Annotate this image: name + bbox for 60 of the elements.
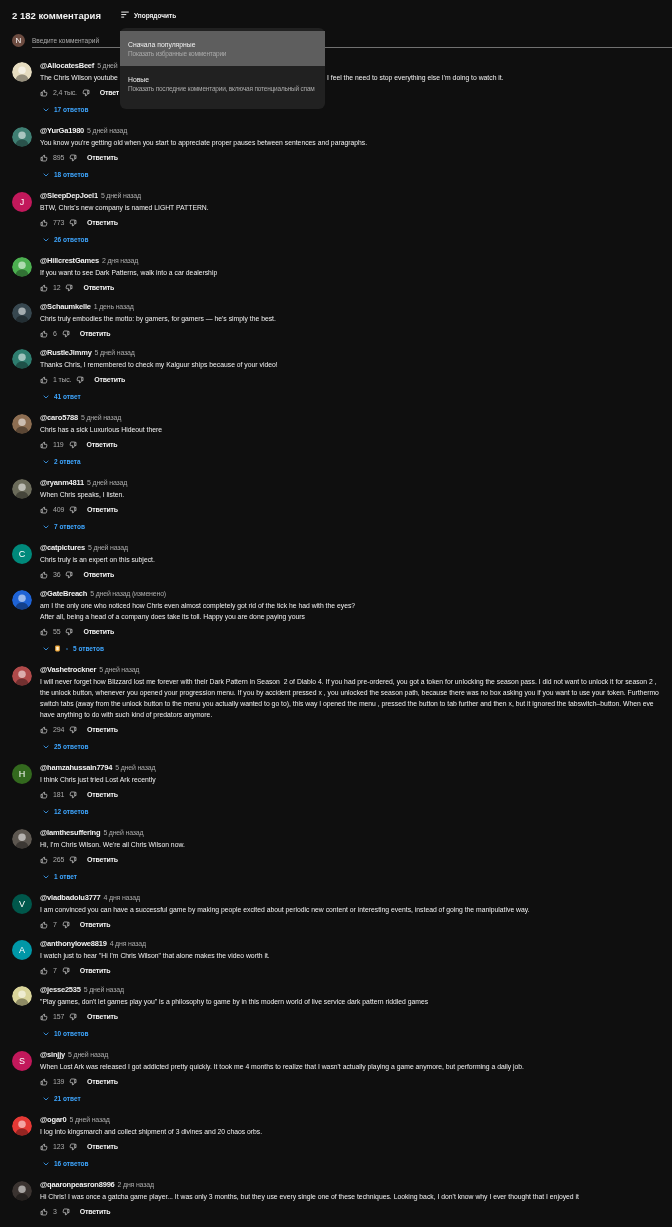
like-icon[interactable] xyxy=(40,1012,48,1021)
avatar: N xyxy=(12,34,25,47)
like-icon[interactable] xyxy=(40,966,48,975)
like-icon[interactable] xyxy=(40,570,48,579)
dislike-icon[interactable] xyxy=(69,505,78,514)
dislike-icon[interactable] xyxy=(69,790,78,799)
like-icon[interactable] xyxy=(40,1077,48,1086)
dislike-icon[interactable] xyxy=(76,375,85,384)
like-icon[interactable] xyxy=(40,505,48,514)
dislike-icon[interactable] xyxy=(69,725,78,734)
like-icon[interactable] xyxy=(40,627,48,636)
avatar[interactable]: H xyxy=(12,764,32,784)
avatar[interactable]: V xyxy=(12,894,32,914)
avatar[interactable]: J xyxy=(12,192,32,212)
like-icon[interactable] xyxy=(40,725,48,734)
dislike-icon[interactable] xyxy=(61,329,70,338)
avatar[interactable] xyxy=(12,414,32,434)
avatar[interactable] xyxy=(12,62,32,82)
dislike-icon[interactable] xyxy=(69,855,78,864)
avatar[interactable] xyxy=(12,829,32,849)
like-icon[interactable] xyxy=(40,790,48,799)
dislike-icon[interactable] xyxy=(65,283,74,292)
like-icon[interactable] xyxy=(40,375,48,384)
like-icon[interactable] xyxy=(40,1142,48,1151)
like-icon[interactable] xyxy=(40,218,48,227)
dislike-icon[interactable] xyxy=(69,1077,78,1086)
like-icon[interactable] xyxy=(40,440,48,449)
like-icon[interactable] xyxy=(40,153,48,162)
dislike-icon[interactable] xyxy=(69,218,78,227)
comment-count: 2 182 комментария xyxy=(12,9,102,21)
like-icon[interactable] xyxy=(40,329,48,338)
like-icon[interactable] xyxy=(40,283,48,292)
like-icon[interactable] xyxy=(40,855,48,864)
avatar[interactable] xyxy=(12,257,32,277)
avatar[interactable]: A xyxy=(12,940,32,960)
like-icon[interactable] xyxy=(40,920,48,929)
dislike-icon[interactable] xyxy=(61,966,70,975)
dislike-icon[interactable] xyxy=(65,570,74,579)
avatar[interactable] xyxy=(12,479,32,499)
avatar[interactable] xyxy=(12,349,32,369)
avatar[interactable]: S xyxy=(12,1051,32,1071)
avatar[interactable] xyxy=(12,666,32,686)
dislike-icon[interactable] xyxy=(69,1012,78,1021)
avatar[interactable] xyxy=(12,1116,32,1136)
dislike-icon[interactable] xyxy=(69,153,78,162)
avatar[interactable] xyxy=(12,127,32,147)
avatar[interactable] xyxy=(12,303,32,323)
dislike-icon[interactable] xyxy=(65,627,74,636)
dislike-icon[interactable] xyxy=(68,440,77,449)
avatar[interactable] xyxy=(12,590,32,610)
dislike-icon[interactable] xyxy=(61,1207,70,1216)
like-icon[interactable] xyxy=(40,1207,48,1216)
dislike-icon[interactable] xyxy=(61,920,70,929)
dislike-icon[interactable] xyxy=(69,1142,78,1151)
dislike-icon[interactable] xyxy=(81,88,90,97)
sort-icon xyxy=(120,10,130,20)
like-icon[interactable] xyxy=(40,88,48,97)
avatar[interactable]: C xyxy=(12,544,32,564)
avatar[interactable] xyxy=(12,1181,32,1201)
avatar[interactable] xyxy=(12,986,32,1006)
